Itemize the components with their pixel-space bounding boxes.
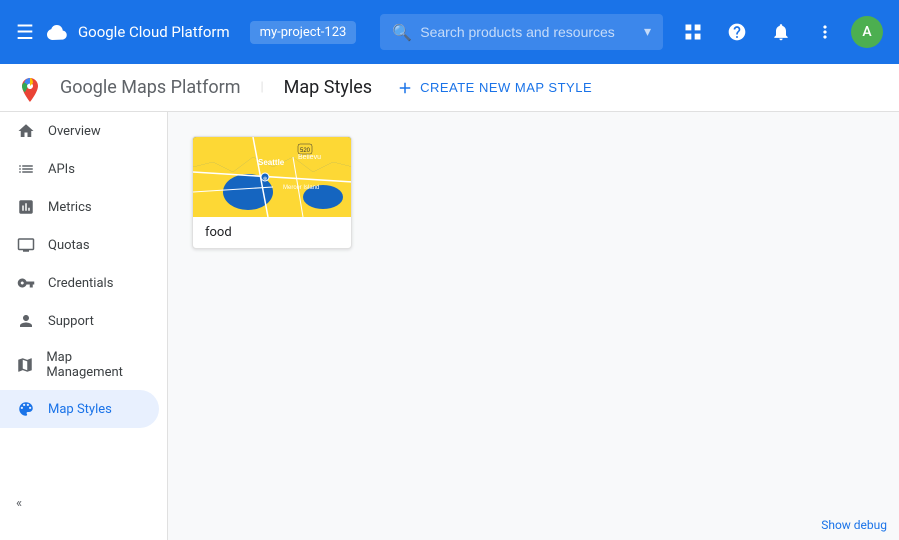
sidebar: Overview APIs Metrics Quotas — [0, 112, 168, 540]
account-label: my-project-123 — [260, 25, 347, 40]
maps-logo-icon — [16, 74, 44, 102]
map-thumbnail: Seattle Bellevu Mercer Island ⊕ 520 — [193, 137, 352, 217]
more-icon[interactable] — [807, 14, 843, 50]
svg-text:⊕: ⊕ — [263, 176, 267, 182]
svg-text:Seattle: Seattle — [258, 158, 285, 167]
chart-icon — [16, 198, 36, 216]
palette-icon — [16, 400, 36, 418]
map-style-card-food[interactable]: Seattle Bellevu Mercer Island ⊕ 520 food — [192, 136, 352, 249]
monitor-icon — [16, 236, 36, 254]
sidebar-item-map-styles[interactable]: Map Styles — [0, 390, 159, 428]
subheader-separator: | — [260, 80, 263, 95]
list-icon — [16, 160, 36, 178]
sidebar-item-quotas[interactable]: Quotas — [0, 226, 159, 264]
sidebar-label-credentials: Credentials — [48, 276, 113, 291]
sidebar-item-overview[interactable]: Overview — [0, 112, 159, 150]
subheader-app-name: Google Maps Platform — [60, 77, 240, 98]
sidebar-item-apis[interactable]: APIs — [0, 150, 159, 188]
menu-icon[interactable]: ☰ — [16, 20, 34, 44]
map-preview-svg: Seattle Bellevu Mercer Island ⊕ 520 — [193, 137, 352, 217]
sidebar-item-support[interactable]: Support — [0, 302, 159, 340]
debug-link[interactable]: Show debug — [821, 518, 887, 532]
top-nav: ☰ Google Cloud Platform my-project-123 🔍… — [0, 0, 899, 64]
top-nav-title: Google Cloud Platform — [78, 23, 230, 41]
help-icon[interactable] — [719, 14, 755, 50]
create-icon — [396, 79, 414, 97]
top-nav-actions: A — [675, 14, 883, 50]
search-dropdown-icon[interactable]: ▾ — [644, 24, 651, 40]
svg-text:520: 520 — [300, 148, 311, 154]
create-btn-label: CREATE NEW MAP STYLE — [420, 80, 592, 95]
top-nav-logo: Google Cloud Platform — [46, 20, 230, 44]
sidebar-label-apis: APIs — [48, 162, 75, 177]
subheader-page-title: Map Styles — [284, 77, 372, 98]
svg-text:Mercer Island: Mercer Island — [283, 185, 319, 191]
sidebar-item-map-management[interactable]: Map Management — [0, 340, 159, 390]
search-icon: 🔍 — [392, 23, 412, 42]
sidebar-label-overview: Overview — [48, 124, 101, 139]
sidebar-label-map-styles: Map Styles — [48, 402, 112, 417]
avatar[interactable]: A — [851, 16, 883, 48]
map-style-label: food — [193, 217, 351, 248]
sidebar-collapse-button[interactable]: « — [0, 488, 167, 519]
create-new-map-style-button[interactable]: CREATE NEW MAP STYLE — [396, 79, 592, 97]
home-icon — [16, 122, 36, 140]
sidebar-label-map-management: Map Management — [46, 350, 143, 380]
sidebar-label-metrics: Metrics — [48, 200, 92, 215]
map-management-icon — [16, 356, 34, 374]
cloud-logo-icon — [46, 20, 70, 44]
svg-text:Bellevu: Bellevu — [298, 154, 321, 161]
main-layout: Overview APIs Metrics Quotas — [0, 112, 899, 540]
bell-icon[interactable] — [763, 14, 799, 50]
sidebar-label-support: Support — [48, 314, 94, 329]
sidebar-item-metrics[interactable]: Metrics — [0, 188, 159, 226]
subheader: Google Maps Platform | Map Styles CREATE… — [0, 64, 899, 112]
sidebar-label-quotas: Quotas — [48, 238, 90, 253]
content-area: Seattle Bellevu Mercer Island ⊕ 520 food… — [168, 112, 899, 540]
person-icon — [16, 312, 36, 330]
collapse-icon: « — [16, 496, 22, 511]
account-selector[interactable]: my-project-123 — [250, 21, 357, 44]
grid-icon[interactable] — [675, 14, 711, 50]
search-bar: 🔍 ▾ — [380, 14, 663, 50]
sidebar-item-credentials[interactable]: Credentials — [0, 264, 159, 302]
key-icon — [16, 274, 36, 292]
search-input[interactable] — [420, 24, 644, 40]
